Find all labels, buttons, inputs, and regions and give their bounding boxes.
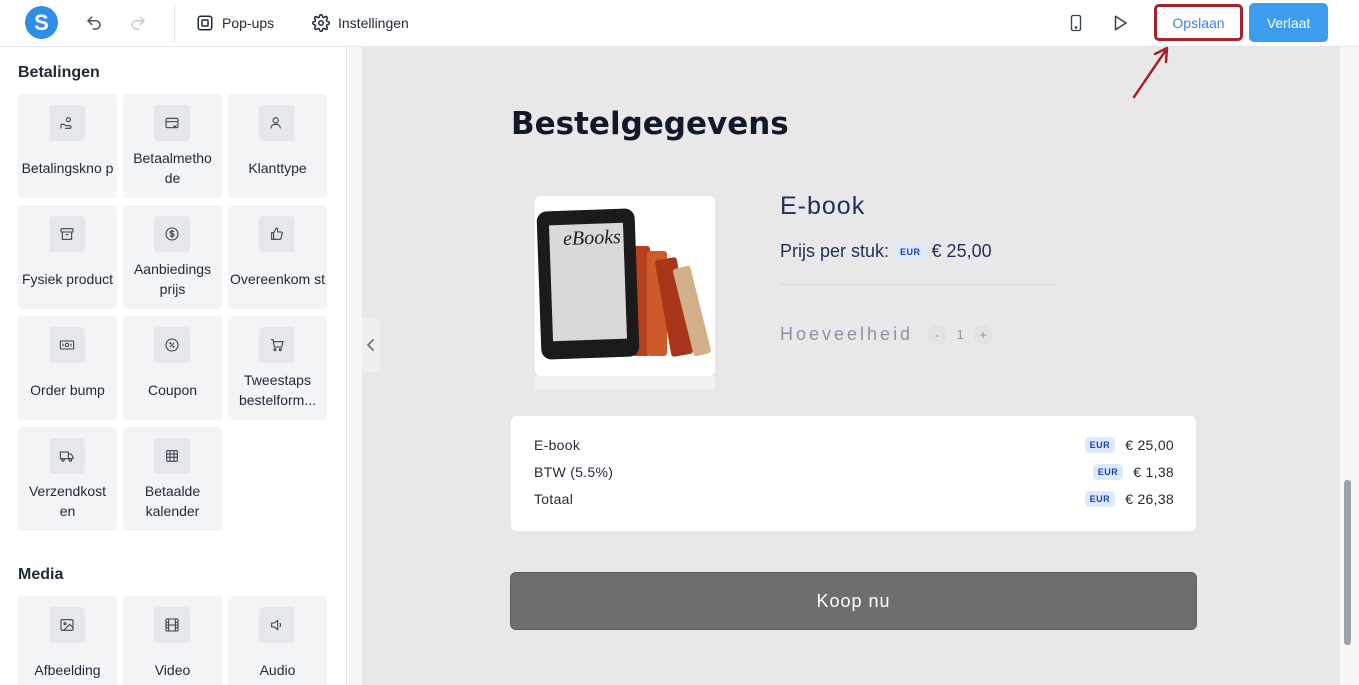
product-price-row: Prijs per stuk: EUR € 25,00: [780, 241, 992, 262]
tile-video[interactable]: Video: [123, 596, 222, 685]
product-title: E-book: [780, 192, 866, 220]
page-heading: Bestelgegevens: [511, 106, 789, 142]
collapse-sidebar-button[interactable]: [362, 318, 380, 372]
order-summary: E-book EUR € 25,00 BTW (5.5%) EUR € 1,38 T…: [511, 416, 1196, 531]
tile-agreement[interactable]: Overeenkom st: [228, 205, 327, 309]
tile-shipping-costs[interactable]: Verzendkost en: [18, 427, 117, 531]
product-divider: [780, 284, 1056, 285]
tile-label: Verzendkost en: [28, 483, 107, 519]
chevron-left-icon: [367, 339, 374, 351]
mobile-preview-icon[interactable]: [1065, 12, 1087, 34]
app-logo[interactable]: S: [25, 6, 58, 39]
summary-row: BTW (5.5%) EUR € 1,38: [534, 461, 1174, 483]
tile-label: Betaalmetho de: [133, 150, 212, 186]
product-image: eBooks: [535, 196, 715, 376]
ebooks-image-text: eBooks: [563, 226, 622, 250]
annotation-arrow-icon: [1132, 46, 1169, 99]
price-label: Prijs per stuk:: [780, 241, 890, 261]
tile-label: Betaalde kalender: [144, 483, 201, 519]
summary-row-total: Totaal EUR € 26,38: [534, 488, 1174, 510]
dollar-circle-icon: [154, 216, 190, 252]
tile-label: Afbeelding: [34, 662, 101, 678]
summary-amount: € 25,00: [1125, 437, 1174, 453]
image-icon: [49, 607, 85, 643]
currency-badge: EUR: [1084, 491, 1116, 507]
tile-paid-calendar[interactable]: Betaalde kalender: [123, 427, 222, 531]
tile-image[interactable]: Afbeelding: [18, 596, 117, 685]
cart-icon: [259, 327, 295, 363]
archive-box-icon: [49, 216, 85, 252]
tile-label: Order bump: [30, 382, 105, 398]
quantity-label: Hoeveelheid: [780, 324, 914, 344]
leave-button[interactable]: Verlaat: [1249, 3, 1328, 42]
user-icon: [259, 105, 295, 141]
canvas-scrollbar[interactable]: [1344, 480, 1351, 645]
tile-label: Klanttype: [248, 160, 307, 176]
tile-label: Audio: [259, 662, 296, 678]
tile-label: Betalingskno p: [21, 160, 114, 176]
speaker-icon: [259, 607, 295, 643]
hand-coin-icon: [49, 105, 85, 141]
buy-now-button[interactable]: Koop nu: [510, 572, 1197, 630]
tile-coupon[interactable]: Coupon: [123, 316, 222, 420]
tile-label: Overeenkom st: [230, 271, 325, 287]
toolbar-divider: [174, 4, 175, 42]
tile-label: Aanbiedings prijs: [133, 261, 212, 297]
credit-card-icon: [154, 105, 190, 141]
tile-two-step-order-form[interactable]: Tweestaps bestelform...: [228, 316, 327, 420]
banknote-icon: [49, 327, 85, 363]
media-section-title: Media: [18, 566, 64, 583]
undo-icon[interactable]: [83, 12, 105, 34]
thumbs-up-icon: [259, 216, 295, 252]
truck-icon: [49, 438, 85, 474]
calendar-grid-icon: [154, 438, 190, 474]
currency-badge: EUR: [895, 243, 926, 260]
coupon-icon: [154, 327, 190, 363]
play-preview-icon[interactable]: [1109, 12, 1131, 34]
payments-section-title: Betalingen: [18, 64, 100, 81]
popups-label: Pop-ups: [222, 15, 275, 31]
settings-label: Instellingen: [338, 15, 409, 31]
quantity-value[interactable]: 1: [953, 327, 967, 342]
tile-customer-type[interactable]: Klanttype: [228, 94, 327, 198]
summary-label: BTW (5.5%): [534, 464, 614, 480]
redo-icon[interactable]: [127, 12, 149, 34]
summary-amount: € 1,38: [1133, 464, 1174, 480]
settings-button[interactable]: Instellingen: [312, 12, 409, 34]
tile-physical-product[interactable]: Fysiek product: [18, 205, 117, 309]
tile-offer-price[interactable]: Aanbiedings prijs: [123, 205, 222, 309]
save-button[interactable]: Opslaan: [1154, 4, 1243, 41]
tile-payment-method[interactable]: Betaalmetho de: [123, 94, 222, 198]
tile-audio[interactable]: Audio: [228, 596, 327, 685]
summary-amount: € 26,38: [1125, 491, 1174, 507]
popups-button[interactable]: Pop-ups: [196, 12, 274, 34]
price-value: € 25,00: [931, 241, 992, 261]
tile-label: Video: [154, 662, 191, 678]
currency-badge: EUR: [1092, 464, 1124, 480]
summary-label: Totaal: [534, 491, 574, 507]
summary-row: E-book EUR € 25,00: [534, 434, 1174, 456]
quantity-stepper: Hoeveelheid - 1 +: [780, 324, 994, 345]
gear-icon: [312, 14, 330, 32]
product-image-caption-bar: [535, 376, 715, 389]
tile-label: Tweestaps bestelform...: [238, 372, 317, 408]
film-icon: [154, 607, 190, 643]
quantity-decrease-button[interactable]: -: [927, 324, 948, 345]
tile-label: Coupon: [147, 382, 198, 398]
quantity-increase-button[interactable]: +: [973, 324, 994, 345]
tile-label: Fysiek product: [21, 271, 114, 287]
summary-label: E-book: [534, 437, 581, 453]
tile-payment-button[interactable]: Betalingskno p: [18, 94, 117, 198]
elements-sidebar: Betalingen Betalingskno p Betaalmetho de…: [0, 47, 347, 685]
tile-order-bump[interactable]: Order bump: [18, 316, 117, 420]
popup-icon: [197, 15, 213, 31]
currency-badge: EUR: [1084, 437, 1116, 453]
